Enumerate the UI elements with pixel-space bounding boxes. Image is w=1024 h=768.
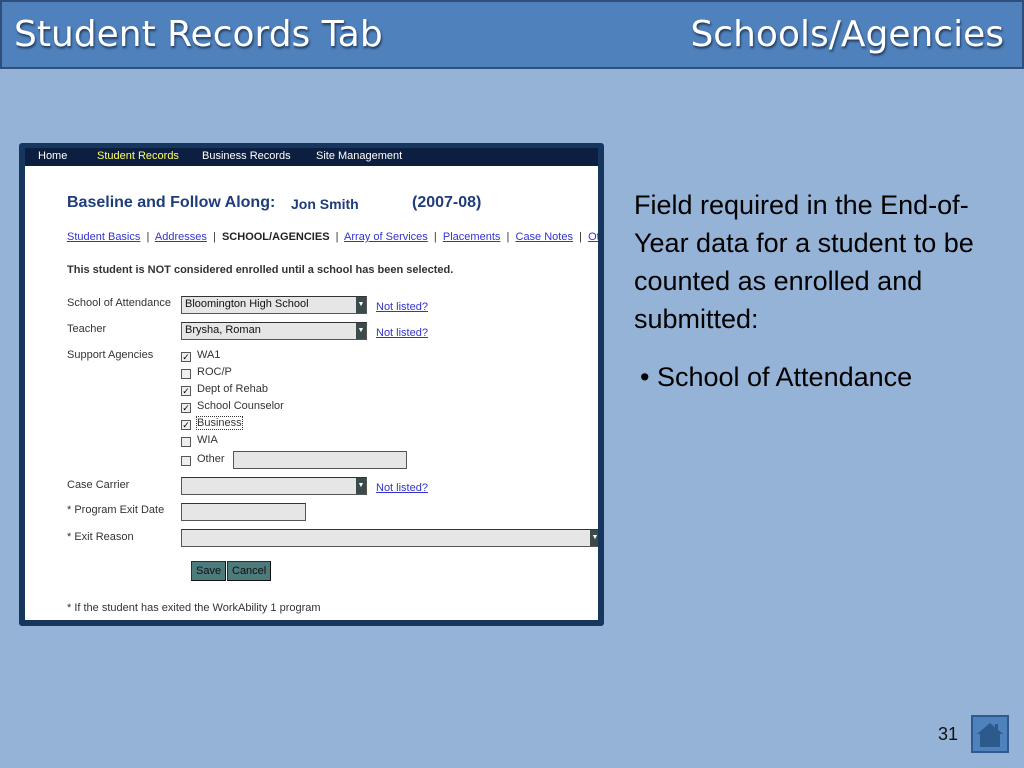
- case-carrier-not-listed-link[interactable]: Not listed?: [376, 482, 428, 494]
- cancel-button[interactable]: Cancel: [227, 561, 272, 581]
- nav-student-records[interactable]: Student Records: [97, 150, 179, 162]
- tab-case-notes[interactable]: Case Notes: [516, 231, 573, 243]
- teacher-label: Teacher: [67, 323, 107, 335]
- case-carrier-select[interactable]: ▼: [181, 477, 367, 495]
- chevron-down-icon: ▼: [356, 323, 366, 339]
- chevron-down-icon: ▼: [356, 478, 366, 494]
- exit-reason-select[interactable]: ▼: [181, 529, 598, 547]
- save-button[interactable]: Save: [191, 561, 227, 581]
- top-nav: Home Student Records Business Records Si…: [25, 148, 598, 166]
- tab-student-basics[interactable]: Student Basics: [67, 231, 140, 243]
- agency-label: Dept of Rehab: [197, 383, 268, 395]
- home-button[interactable]: [971, 715, 1009, 753]
- sep: |: [433, 231, 437, 243]
- school-label: School of Attendance: [67, 297, 171, 309]
- school-year: (2007-08): [412, 194, 482, 211]
- enrollment-notice: This student is NOT considered enrolled …: [67, 264, 454, 276]
- agency-label: Other: [197, 453, 225, 465]
- sep: |: [335, 231, 339, 243]
- case-carrier-label: Case Carrier: [67, 479, 130, 491]
- agency-checkbox[interactable]: ✓: [181, 352, 191, 362]
- slide-header: Student Records Tab Schools/Agencies: [0, 0, 1024, 69]
- tab-school-agencies[interactable]: SCHOOL/AGENCIES: [222, 231, 330, 243]
- agency-label: ROC/P: [197, 366, 232, 378]
- exit-date-label: * Program Exit Date: [67, 504, 165, 516]
- agency-checkbox[interactable]: ✓: [181, 420, 191, 430]
- agency-label: Business: [196, 416, 243, 430]
- agency-checkbox[interactable]: [181, 437, 191, 447]
- home-icon: [977, 723, 1003, 747]
- sub-tabs: Student Basics | Addresses | SCHOOL/AGEN…: [67, 231, 598, 243]
- school-select[interactable]: Bloomington High School ▼: [181, 296, 367, 314]
- tab-array-of-services[interactable]: Array of Services: [344, 231, 428, 243]
- sep: |: [579, 231, 582, 243]
- tab-placements[interactable]: Placements: [443, 231, 500, 243]
- agency-checkbox[interactable]: ✓: [181, 386, 191, 396]
- page-heading: Baseline and Follow Along:: [67, 194, 276, 211]
- teacher-select[interactable]: Brysha, Roman ▼: [181, 322, 367, 340]
- agency-label: WA1: [197, 349, 221, 361]
- nav-home[interactable]: Home: [38, 150, 67, 162]
- school-value: Bloomington High School: [185, 298, 309, 310]
- agency-label: WIA: [197, 434, 218, 446]
- agency-checkbox[interactable]: ✓: [181, 403, 191, 413]
- agency-checkbox[interactable]: [181, 456, 191, 466]
- exit-date-input[interactable]: [181, 503, 306, 521]
- sep: |: [146, 231, 150, 243]
- support-agencies-label: Support Agencies: [67, 349, 154, 361]
- nav-site-management[interactable]: Site Management: [316, 150, 402, 162]
- side-notes: Field required in the End-of-Year data f…: [634, 186, 1004, 396]
- sep: |: [506, 231, 510, 243]
- school-not-listed-link[interactable]: Not listed?: [376, 301, 428, 313]
- teacher-not-listed-link[interactable]: Not listed?: [376, 327, 428, 339]
- nav-business-records[interactable]: Business Records: [202, 150, 291, 162]
- chevron-down-icon: ▼: [356, 297, 366, 313]
- slide-title: Student Records Tab: [14, 14, 383, 55]
- sep: |: [212, 231, 216, 243]
- requirement-text: Field required in the End-of-Year data f…: [634, 190, 974, 334]
- requirement-bullet: • School of Attendance: [640, 362, 913, 392]
- agency-checkbox[interactable]: [181, 369, 191, 379]
- page-content: Baseline and Follow Along: Jon Smith (20…: [25, 166, 598, 620]
- tab-other[interactable]: Other: [588, 231, 598, 243]
- other-agency-input[interactable]: [233, 451, 407, 469]
- tab-addresses[interactable]: Addresses: [155, 231, 207, 243]
- slide-subtitle: Schools/Agencies: [690, 14, 1004, 55]
- student-name: Jon Smith: [291, 196, 359, 212]
- agency-label: School Counselor: [197, 400, 284, 412]
- page-number: 31: [938, 724, 959, 744]
- teacher-value: Brysha, Roman: [185, 324, 261, 336]
- chevron-down-icon: ▼: [590, 530, 598, 546]
- exit-reason-label: * Exit Reason: [67, 531, 134, 543]
- footnote: * If the student has exited the WorkAbil…: [67, 602, 321, 614]
